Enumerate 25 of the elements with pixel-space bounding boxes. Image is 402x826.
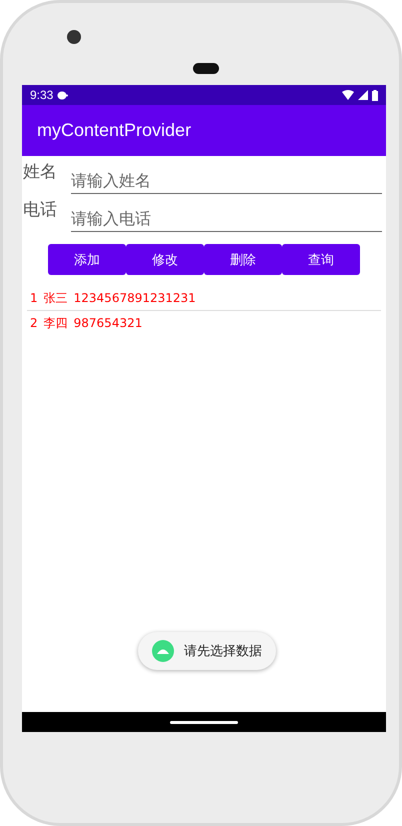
battery-icon	[372, 90, 378, 100]
wifi-icon	[342, 90, 354, 100]
action-button[interactable]: 删除	[204, 244, 282, 275]
list-cell: 1234567891231231	[74, 291, 196, 305]
action-button[interactable]: 添加	[48, 244, 126, 275]
camera-icon	[67, 30, 81, 44]
list-cell: 张三	[44, 290, 68, 306]
notification-icon	[57, 90, 68, 100]
input-field[interactable]: 请输入姓名	[71, 169, 382, 194]
field-label: 姓名	[22, 160, 58, 182]
list-cell: 1	[30, 291, 38, 305]
app-title: myContentProvider	[37, 120, 192, 141]
input-field[interactable]: 请输入电话	[71, 207, 382, 232]
toast-message: 请先选择数据	[184, 643, 262, 660]
list-cell: 2	[30, 316, 38, 330]
field-label: 电话	[22, 198, 58, 220]
list-cell: 李四	[44, 314, 68, 332]
action-button[interactable]: 修改	[126, 244, 204, 275]
status-time: 9:33	[30, 88, 54, 102]
speaker-icon	[193, 63, 219, 74]
list-cell: 987654321	[74, 316, 142, 330]
action-button[interactable]: 查询	[282, 244, 360, 275]
signal-icon	[358, 90, 368, 100]
android-icon	[152, 640, 174, 662]
home-handle[interactable]	[170, 720, 238, 724]
